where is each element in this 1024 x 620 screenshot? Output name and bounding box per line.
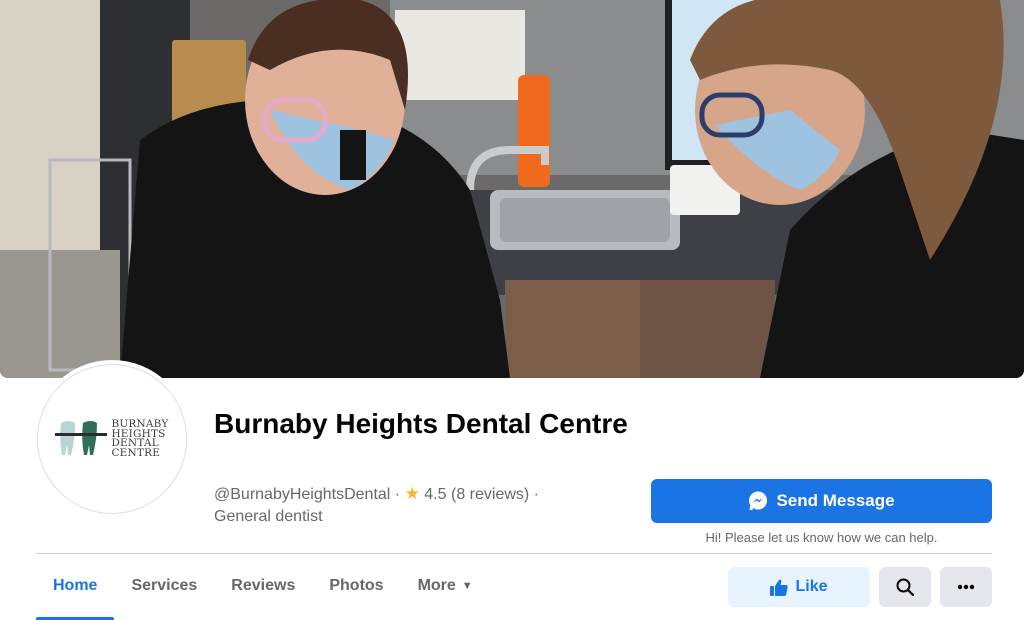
page-category: General dentist (214, 508, 323, 525)
tooth-logo-icon (55, 421, 108, 455)
tab-services[interactable]: Services (114, 566, 214, 606)
rating-value[interactable]: 4.5 (424, 486, 446, 503)
like-button[interactable]: Like (728, 567, 870, 607)
like-label: Like (795, 578, 828, 595)
page-username[interactable]: @BurnabyHeightsDental (214, 486, 390, 503)
tab-services-label: Services (131, 577, 198, 594)
page-meta: @BurnabyHeightsDental · ★ 4.5 (8 reviews… (214, 483, 634, 528)
page-title: Burnaby Heights Dental Centre (214, 408, 628, 439)
tab-home-label: Home (53, 577, 98, 594)
thumbs-up-icon (770, 579, 789, 596)
meta-separator: · (533, 486, 539, 503)
search-icon (896, 578, 914, 596)
clinic-logo: BURNABY HEIGHTS DENTAL CENTRE (55, 419, 168, 459)
more-options-button[interactable] (940, 567, 992, 607)
review-count[interactable]: (8 reviews) (451, 486, 529, 503)
tab-more-label: More (417, 577, 456, 594)
tab-reviews-label: Reviews (231, 577, 296, 594)
star-icon: ★ (404, 484, 420, 503)
tab-reviews[interactable]: Reviews (214, 566, 312, 606)
more-dots-icon (957, 584, 975, 590)
logo-text-line-4: CENTRE (111, 446, 161, 459)
cover-photo[interactable] (0, 0, 1024, 378)
tab-photos[interactable]: Photos (312, 566, 400, 606)
search-button[interactable] (879, 567, 931, 607)
send-message-button[interactable]: Send Message (651, 479, 992, 523)
profile-picture[interactable]: BURNABY HEIGHTS DENTAL CENTRE (37, 364, 187, 514)
page-tabs: Home Services Reviews Photos More ▼ (36, 566, 490, 620)
send-message-hint: Hi! Please let us know how we can help. (705, 530, 938, 545)
messenger-icon (749, 491, 768, 511)
meta-separator: · (394, 486, 405, 503)
tab-home[interactable]: Home (36, 566, 115, 620)
tab-more[interactable]: More ▼ (401, 566, 490, 606)
section-divider (36, 553, 992, 554)
send-message-label: Send Message (776, 491, 895, 510)
tab-photos-label: Photos (329, 577, 384, 594)
caret-down-icon: ▼ (461, 580, 473, 592)
